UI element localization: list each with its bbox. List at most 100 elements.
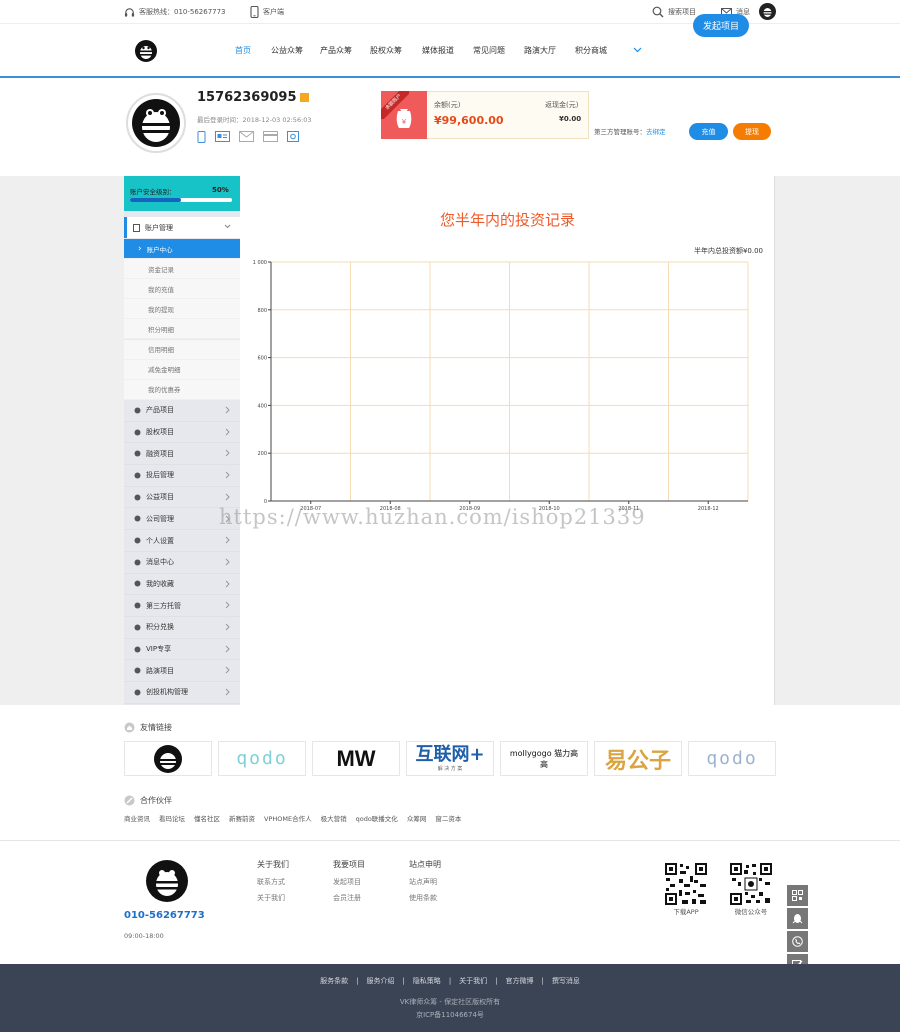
nav-mall[interactable]: 积分商城	[575, 45, 607, 56]
menu-icon	[133, 558, 141, 566]
float-qr-button[interactable]	[787, 885, 808, 906]
nav-home[interactable]: 首页	[235, 45, 251, 56]
bottom-links: 服务条款 | 服务介绍 | 隐私策略 | 关于我们 | 官方微博 | 撰写消息	[0, 976, 900, 986]
qr-wechat[interactable]: 微信公众号	[729, 862, 773, 916]
chevron-right-icon	[225, 645, 230, 653]
sidebar-item[interactable]: 第三方托管	[124, 595, 240, 617]
friend-link-2[interactable]: qodo	[218, 741, 306, 776]
partner-link[interactable]: 极大营销	[321, 813, 347, 823]
partner-link[interactable]: 窗二资本	[435, 813, 461, 823]
balance-label: 余额(元)	[434, 101, 461, 109]
bottom-link[interactable]: 官方微博	[506, 977, 534, 985]
bottom-link[interactable]: 服务条款	[320, 977, 348, 985]
partner-link[interactable]: qodo联播文化	[356, 813, 398, 823]
footer-link[interactable]: 站点声明	[409, 874, 441, 890]
sidebar-item[interactable]: 积分兑换	[124, 617, 240, 639]
chevron-right-icon	[225, 493, 230, 501]
chevron-right-icon	[225, 406, 230, 414]
edit-icon[interactable]	[299, 93, 309, 102]
safe-icon[interactable]	[287, 131, 299, 143]
sidebar-sub-item[interactable]: › 账户中心	[124, 239, 240, 259]
recharge-button[interactable]: 充值	[689, 123, 728, 140]
nav-equity[interactable]: 股权众筹	[370, 45, 402, 56]
friend-link-7[interactable]: qodo	[688, 741, 776, 776]
sidebar-sub-item[interactable]: 积分明细	[124, 319, 240, 340]
mobile-icon	[250, 6, 259, 18]
friend-link-1[interactable]	[124, 741, 212, 776]
withdraw-button[interactable]: 提现	[733, 123, 771, 140]
sidebar-sub-item[interactable]: 我的提现	[124, 299, 240, 320]
footer-link[interactable]: 联系方式	[257, 874, 289, 890]
sidebar-sub-label: 账户中心	[146, 245, 173, 254]
app-link[interactable]: 客户端	[250, 5, 284, 19]
sidebar-sub-item[interactable]: 减免金明细	[124, 359, 240, 380]
partner-link[interactable]: 商业资讯	[124, 813, 150, 823]
bottom-link[interactable]: 隐私策略	[413, 977, 441, 985]
chevron-right-icon	[225, 623, 230, 631]
nav-faq[interactable]: 常见问题	[473, 45, 505, 56]
nav-charity[interactable]: 公益众筹	[271, 45, 303, 56]
friend-link-3[interactable]: MW	[312, 741, 400, 776]
footer-link[interactable]: 关于我们	[257, 890, 289, 906]
bee-avatar-icon	[132, 99, 180, 147]
qr-wechat-label: 微信公众号	[734, 908, 768, 916]
friend-link-5[interactable]: mollygogo 猫力高高	[500, 741, 588, 776]
sidebar-sub-item[interactable]: 我的充值	[124, 279, 240, 300]
sidebar-item[interactable]: 我的收藏	[124, 574, 240, 596]
sidebar-item[interactable]: 创投机构管理	[124, 682, 240, 704]
sidebar-sub-item[interactable]: 我的优惠券	[124, 379, 240, 400]
sidebar-sub-label: 我的优惠券	[148, 386, 181, 395]
partner-link[interactable]: 新赛前资	[229, 813, 255, 823]
menu-icon	[133, 645, 141, 653]
avatar[interactable]	[759, 3, 776, 20]
footer-link[interactable]: 会员注册	[333, 890, 365, 906]
partner-link[interactable]: 众筹网	[407, 813, 427, 823]
search-link[interactable]: 搜索项目	[652, 5, 696, 19]
float-qq-button[interactable]	[787, 908, 808, 929]
bank-card-icon[interactable]	[263, 131, 278, 143]
footer-link[interactable]: 发起项目	[333, 874, 365, 890]
bottom-link[interactable]: 撰写消息	[552, 977, 580, 985]
partners-title: 合作伙伴	[124, 795, 172, 806]
partner-link[interactable]: VPHOME合作人	[264, 813, 312, 823]
site-logo[interactable]	[135, 40, 157, 62]
nav-product[interactable]: 产品众筹	[320, 45, 352, 56]
sidebar-head-account[interactable]: 账户管理	[124, 217, 240, 238]
float-phone-button[interactable]	[787, 931, 808, 952]
nav-roadshow[interactable]: 路演大厅	[524, 45, 556, 56]
sidebar-item[interactable]: 股权项目	[124, 422, 240, 444]
friends-title: 友情链接	[124, 722, 172, 733]
sidebar-item[interactable]: 融资项目	[124, 443, 240, 466]
sidebar-item[interactable]: 产品项目	[124, 400, 240, 422]
qr-app[interactable]: 下载APP	[664, 862, 708, 916]
investment-chart: 02004006008001 0002018-07 2018-08 2018-09 2…	[253, 260, 749, 512]
id-card-icon[interactable]	[215, 131, 230, 143]
search-icon	[652, 6, 664, 18]
sidebar-item[interactable]: 消息中心	[124, 552, 240, 574]
footer-link[interactable]: 使用条款	[409, 890, 441, 906]
security-label: 账户安全级别：	[130, 188, 176, 196]
launch-project-button[interactable]: 发起项目	[693, 14, 749, 37]
partner-link[interactable]: 懂名社区	[194, 813, 220, 823]
bottom-link[interactable]: 服务介绍	[366, 977, 394, 985]
friend-link-4[interactable]: 互联网+ 解 决 方 案	[406, 741, 494, 776]
menu-icon	[133, 688, 141, 696]
bind-link[interactable]: 去绑定	[646, 128, 666, 136]
friend-link-6[interactable]: 易公子	[594, 741, 682, 776]
menu-icon	[133, 471, 141, 479]
sidebar-item-label: 我的收藏	[146, 579, 174, 588]
mobile-verify-icon[interactable]	[197, 131, 206, 143]
sidebar-item[interactable]: 投后管理	[124, 465, 240, 487]
sidebar-item[interactable]: 路演项目	[124, 660, 240, 683]
sidebar-item[interactable]: 个人设置	[124, 530, 240, 552]
nav-media[interactable]: 媒体报道	[422, 45, 454, 56]
sidebar-item[interactable]: VIP专享	[124, 639, 240, 661]
sidebar-sub-item[interactable]: 资金记录	[124, 259, 240, 280]
sidebar-sub-item[interactable]: 信用明细	[124, 339, 240, 360]
chevron-down-icon[interactable]	[633, 47, 642, 53]
email-verify-icon[interactable]	[239, 131, 254, 143]
user-avatar[interactable]	[126, 93, 186, 153]
bottom-link[interactable]: 关于我们	[459, 977, 487, 985]
partner-link[interactable]: 看玛论坛	[159, 813, 185, 823]
user-phone: 15762369095	[197, 90, 309, 105]
